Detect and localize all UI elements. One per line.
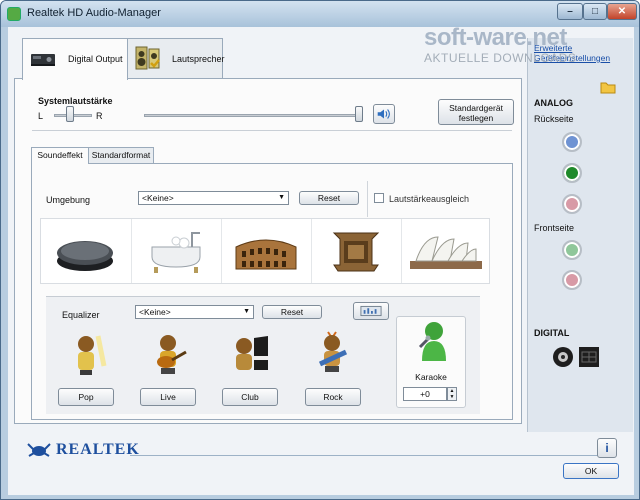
environment-preset-bathroom[interactable]	[131, 219, 219, 283]
eq-preset-rock-button[interactable]: Rock	[305, 388, 361, 406]
realtek-app-icon	[7, 7, 21, 21]
karaoke-value-input[interactable]: +0	[403, 387, 447, 401]
front-jack-green[interactable]	[562, 240, 582, 260]
realtek-crab-logo-icon	[27, 443, 51, 457]
watermark-subtitle: AKTUELLE DOWNLOADS	[424, 51, 577, 65]
tab-speakers-label: Lautsprecher	[172, 54, 225, 64]
digital-output-icon	[31, 54, 55, 66]
bathtub-icon	[151, 232, 201, 273]
environment-reset-button[interactable]: Reset	[299, 191, 359, 205]
optical-jack-icon[interactable]	[578, 346, 600, 368]
set-default-device-button[interactable]: Standardgerät festlegen	[438, 99, 514, 125]
volume-slider-track[interactable]	[144, 114, 360, 117]
chevron-down-icon: ▼	[243, 308, 250, 315]
tab-sound-effect[interactable]: Soundeffekt	[31, 147, 89, 164]
equalizer-select-value: <Keine>	[139, 307, 171, 317]
close-button[interactable]: ✕	[607, 3, 637, 20]
rock-guitarist-icon	[318, 331, 348, 372]
front-panel-label: Frontseite	[534, 223, 575, 233]
eq-preset-pop-button[interactable]: Pop	[58, 388, 114, 406]
watermark: soft-ware.net AKTUELLE DOWNLOADS	[424, 24, 620, 70]
front-jack-pink[interactable]	[562, 270, 582, 290]
environment-preset-stone[interactable]	[41, 219, 129, 283]
speaker-icon	[135, 46, 160, 70]
tab-digital-output[interactable]: Digital Output	[22, 38, 128, 80]
balance-slider-thumb[interactable]	[66, 106, 74, 122]
mute-button[interactable]	[373, 104, 395, 124]
eq-preset-live-button[interactable]: Live	[140, 388, 196, 406]
coaxial-jack-icon[interactable]	[552, 346, 574, 368]
equalizer-reset-button[interactable]: Reset	[262, 305, 322, 319]
ok-button[interactable]: OK	[563, 463, 619, 479]
karaoke-label: Karaoke	[415, 372, 447, 382]
environment-presets	[40, 218, 490, 284]
volume-slider-thumb[interactable]	[355, 106, 363, 122]
colosseum-icon	[235, 239, 297, 270]
speaker-volume-icon	[377, 109, 390, 119]
tab-speakers[interactable]: Lautsprecher	[127, 38, 225, 78]
system-volume-label: Systemlautstärke	[38, 96, 113, 106]
balance-right-label: R	[96, 111, 103, 121]
eq-preset-club-button[interactable]: Club	[222, 388, 278, 406]
graphic-equalizer-button[interactable]	[353, 302, 389, 320]
equalizer-label: Equalizer	[62, 310, 100, 320]
guitarist-icon	[157, 335, 187, 374]
environment-preset-opera[interactable]	[311, 219, 399, 283]
environment-divider	[367, 181, 368, 217]
environment-label: Umgebung	[46, 195, 91, 205]
footer-divider	[130, 455, 608, 456]
stone-icon	[57, 241, 113, 271]
rear-panel-label: Rückseite	[534, 114, 574, 124]
balance-left-label: L	[38, 111, 44, 121]
karaoke-box: Karaoke +0 ▲ ▼	[396, 316, 466, 408]
set-default-line-2: festlegen	[458, 113, 494, 123]
karaoke-singer-icon	[418, 322, 446, 361]
eq-preset-rock-image[interactable]	[310, 330, 356, 374]
opera-house-icon	[332, 232, 380, 272]
equalizer-icon	[360, 305, 382, 317]
environment-select[interactable]: <Keine> ▼	[138, 191, 289, 205]
rear-jack-green[interactable]	[562, 163, 582, 183]
rear-jack-blue[interactable]	[562, 132, 582, 152]
info-button[interactable]: i	[597, 438, 617, 458]
tab-digital-output-label: Digital Output	[68, 54, 123, 64]
pop-singer-icon	[78, 335, 107, 375]
realtek-brand: REALTEK	[56, 441, 140, 458]
window-title: Realtek HD Audio-Manager	[27, 7, 161, 19]
analog-heading: ANALOG	[534, 98, 573, 108]
sydney-opera-icon	[410, 236, 482, 269]
maximize-button[interactable]: □	[583, 3, 607, 20]
rear-jack-pink[interactable]	[562, 194, 582, 214]
minimize-button[interactable]: –	[557, 3, 583, 20]
pianist-icon	[236, 336, 268, 370]
loudness-label: Lautstärkeausgleich	[389, 194, 470, 204]
environment-preset-colosseum[interactable]	[221, 219, 309, 283]
karaoke-spinner[interactable]: ▲ ▼	[447, 387, 457, 401]
eq-preset-live-image[interactable]	[146, 332, 192, 376]
equalizer-select[interactable]: <Keine> ▼	[135, 305, 254, 319]
environment-preset-sydney[interactable]	[401, 219, 489, 283]
eq-preset-club-image[interactable]	[228, 332, 274, 376]
tab-default-format[interactable]: Standardformat	[88, 147, 154, 163]
loudness-checkbox[interactable]	[374, 193, 384, 203]
watermark-title: soft-ware.net	[424, 24, 567, 51]
eq-preset-pop-image[interactable]	[64, 332, 110, 376]
chevron-down-icon: ▼	[278, 194, 285, 201]
folder-icon[interactable]	[600, 80, 616, 94]
environment-select-value: <Keine>	[142, 193, 174, 203]
digital-heading: DIGITAL	[534, 328, 570, 338]
set-default-line-1: Standardgerät	[449, 103, 503, 113]
volume-divider	[32, 130, 512, 131]
